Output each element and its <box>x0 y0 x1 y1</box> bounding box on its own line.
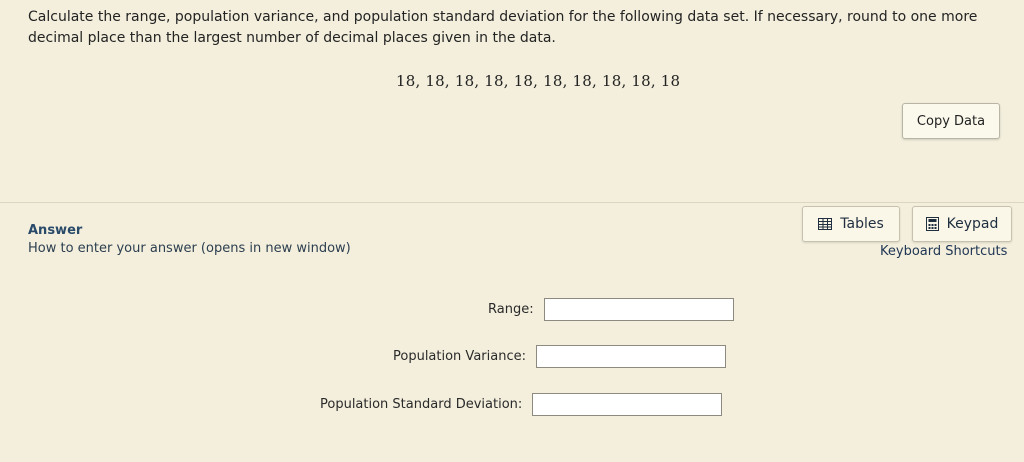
keypad-button[interactable]: Keypad <box>912 206 1012 242</box>
how-to-enter-answer-link[interactable]: How to enter your answer (opens in new w… <box>28 241 351 256</box>
range-input[interactable] <box>543 298 734 321</box>
range-row: Range: <box>488 298 734 321</box>
keypad-label: Keypad <box>946 216 999 232</box>
data-set: 18, 18, 18, 18, 18, 18, 18, 18, 18, 18 <box>396 72 681 90</box>
population-variance-input[interactable] <box>535 345 726 368</box>
question-prompt: Calculate the range, population variance… <box>28 9 978 46</box>
table-icon <box>818 218 833 230</box>
population-std-dev-label: Population Standard Deviation: <box>320 397 523 412</box>
population-variance-label: Population Variance: <box>393 349 526 364</box>
answer-heading: Answer <box>28 223 83 238</box>
copy-data-button[interactable]: Copy Data <box>902 103 1000 139</box>
section-divider <box>0 202 1024 203</box>
tables-label: Tables <box>840 216 884 232</box>
tables-button[interactable]: Tables <box>802 206 900 242</box>
population-std-dev-row: Population Standard Deviation: <box>320 393 723 416</box>
population-variance-row: Population Variance: <box>393 345 726 368</box>
calculator-icon <box>925 217 939 231</box>
keyboard-shortcuts-link[interactable]: Keyboard Shortcuts <box>880 244 1007 259</box>
range-label: Range: <box>488 302 534 317</box>
population-std-dev-input[interactable] <box>532 393 723 416</box>
